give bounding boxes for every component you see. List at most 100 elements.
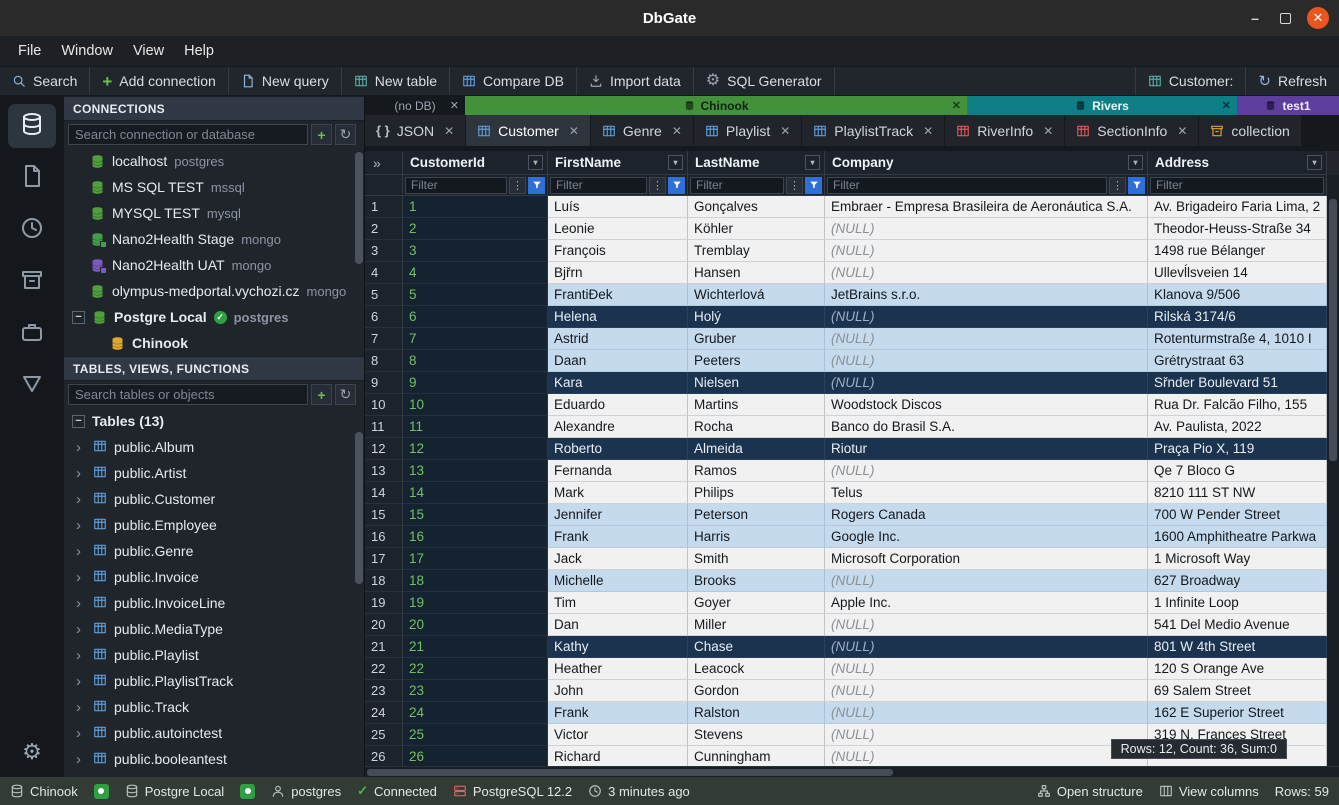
cell-company[interactable]: Telus: [825, 482, 1148, 504]
cell-company[interactable]: (NULL): [825, 218, 1148, 240]
cell-lastname[interactable]: Cunningham: [688, 746, 825, 766]
connection-chinook[interactable]: Chinook: [64, 330, 364, 356]
cell-company[interactable]: (NULL): [825, 372, 1148, 394]
cell-address[interactable]: 700 W Pender Street: [1148, 504, 1327, 526]
chevron-right-icon[interactable]: ›: [76, 595, 86, 612]
iconbar-briefcase[interactable]: [8, 312, 56, 356]
cell-customerid[interactable]: 14: [403, 482, 548, 504]
table-public-invoiceline[interactable]: › public.InvoiceLine: [64, 590, 364, 616]
connection-nano2health-uat[interactable]: Nano2Health UATmongo: [64, 252, 364, 278]
table-public-customer[interactable]: › public.Customer: [64, 486, 364, 512]
cell-address[interactable]: Praça Pio X, 119: [1148, 438, 1327, 460]
column-header-address[interactable]: Address ▾: [1148, 151, 1327, 175]
connection-nano2health-stage[interactable]: Nano2Health Stagemongo: [64, 226, 364, 252]
chevron-right-icon[interactable]: ›: [76, 543, 86, 560]
cell-address[interactable]: 8210 111 ST NW: [1148, 482, 1327, 504]
close-button[interactable]: ✕: [1307, 7, 1329, 29]
row-number[interactable]: 24: [365, 702, 403, 724]
table-public-album[interactable]: › public.Album: [64, 434, 364, 460]
cell-company[interactable]: (NULL): [825, 262, 1148, 284]
cell-lastname[interactable]: Tremblay: [688, 240, 825, 262]
cell-company[interactable]: Microsoft Corporation: [825, 548, 1148, 570]
toolbar-button-new-query[interactable]: New query: [229, 67, 342, 95]
cell-lastname[interactable]: Smith: [688, 548, 825, 570]
status-postgres[interactable]: postgres: [271, 784, 341, 799]
table-public-booleantest[interactable]: › public.booleantest: [64, 746, 364, 772]
cell-firstname[interactable]: Bjřrn: [548, 262, 688, 284]
cell-firstname[interactable]: Luís: [548, 196, 688, 218]
chevron-down-icon[interactable]: ▾: [528, 155, 543, 170]
cell-lastname[interactable]: Brooks: [688, 570, 825, 592]
status-chinook[interactable]: Chinook: [10, 784, 78, 799]
add-connection-icon[interactable]: +: [311, 124, 332, 145]
cell-company[interactable]: (NULL): [825, 240, 1148, 262]
cell-company[interactable]: (NULL): [825, 636, 1148, 658]
cell-address[interactable]: 120 S Orange Ave: [1148, 658, 1327, 680]
cell-customerid[interactable]: 20: [403, 614, 548, 636]
cell-company[interactable]: Woodstock Discos: [825, 394, 1148, 416]
cell-address[interactable]: Av. Paulista, 2022: [1148, 416, 1327, 438]
tab-sectioninfo[interactable]: SectionInfo✕: [1065, 115, 1199, 146]
iconbar-database[interactable]: [8, 104, 56, 148]
cell-company[interactable]: (NULL): [825, 724, 1148, 746]
cell-company[interactable]: (NULL): [825, 350, 1148, 372]
cell-customerid[interactable]: 9: [403, 372, 548, 394]
cell-customerid[interactable]: 11: [403, 416, 548, 438]
cell-customerid[interactable]: 24: [403, 702, 548, 724]
column-header-company[interactable]: Company ▾: [825, 151, 1148, 175]
cell-lastname[interactable]: Almeida: [688, 438, 825, 460]
tables-scrollbar[interactable]: [355, 432, 363, 584]
chevron-right-icon[interactable]: ›: [76, 699, 86, 716]
status-view-columns[interactable]: View columns: [1159, 784, 1259, 799]
cell-lastname[interactable]: Martins: [688, 394, 825, 416]
cell-company[interactable]: Google Inc.: [825, 526, 1148, 548]
row-number[interactable]: 15: [365, 504, 403, 526]
chevron-right-icon[interactable]: ›: [76, 439, 86, 456]
maximize-button[interactable]: [1280, 13, 1291, 24]
cell-address[interactable]: Grétrystraat 63: [1148, 350, 1327, 372]
status-status-badge[interactable]: [240, 784, 255, 799]
iconbar-filter[interactable]: [8, 364, 56, 408]
row-number[interactable]: 2: [365, 218, 403, 240]
connection-olympus-medportal-vychozi-cz[interactable]: olympus-medportal.vychozi.czmongo: [64, 278, 364, 304]
chevron-down-icon[interactable]: ▾: [805, 155, 820, 170]
row-number[interactable]: 4: [365, 262, 403, 284]
row-number[interactable]: 11: [365, 416, 403, 438]
column-header-customerid[interactable]: CustomerId ▾: [403, 151, 548, 175]
filter-input-firstname[interactable]: [550, 177, 647, 194]
cell-company[interactable]: Rogers Canada: [825, 504, 1148, 526]
tab-genre[interactable]: Genre✕: [591, 115, 694, 146]
cell-address[interactable]: 801 W 4th Street: [1148, 636, 1327, 658]
cell-lastname[interactable]: Leacock: [688, 658, 825, 680]
cell-company[interactable]: Apple Inc.: [825, 592, 1148, 614]
cell-lastname[interactable]: Chase: [688, 636, 825, 658]
filter-input-company[interactable]: [827, 177, 1107, 194]
filter-input-customerid[interactable]: [405, 177, 507, 194]
chevron-right-icon[interactable]: ›: [76, 725, 86, 742]
row-number[interactable]: 25: [365, 724, 403, 746]
cell-firstname[interactable]: FrantiĐek: [548, 284, 688, 306]
cell-address[interactable]: Klanova 9/506: [1148, 284, 1327, 306]
cell-lastname[interactable]: Peterson: [688, 504, 825, 526]
cell-customerid[interactable]: 22: [403, 658, 548, 680]
cell-lastname[interactable]: Stevens: [688, 724, 825, 746]
cell-firstname[interactable]: Leonie: [548, 218, 688, 240]
cell-firstname[interactable]: Mark: [548, 482, 688, 504]
cell-customerid[interactable]: 21: [403, 636, 548, 658]
toolbar-button-customer[interactable]: Customer:: [1135, 67, 1246, 95]
filter-funnel-icon[interactable]: [805, 177, 822, 194]
db-group-chinook[interactable]: Chinook✕: [465, 96, 967, 115]
table-public-track[interactable]: › public.Track: [64, 694, 364, 720]
filter-input-lastname[interactable]: [690, 177, 784, 194]
cell-address[interactable]: Qe 7 Bloco G: [1148, 460, 1327, 482]
db-group-no-db[interactable]: (no DB)✕: [365, 96, 465, 115]
table-public-employee[interactable]: › public.Employee: [64, 512, 364, 538]
tab-playlist[interactable]: Playlist✕: [694, 115, 802, 146]
cell-firstname[interactable]: Daan: [548, 350, 688, 372]
connection-postgre-local[interactable]: −Postgre Local✓postgres: [64, 304, 364, 330]
cell-lastname[interactable]: Gruber: [688, 328, 825, 350]
chevron-right-icon[interactable]: ›: [76, 621, 86, 638]
cell-firstname[interactable]: Tim: [548, 592, 688, 614]
iconbar-archive[interactable]: [8, 260, 56, 304]
cell-company[interactable]: (NULL): [825, 460, 1148, 482]
